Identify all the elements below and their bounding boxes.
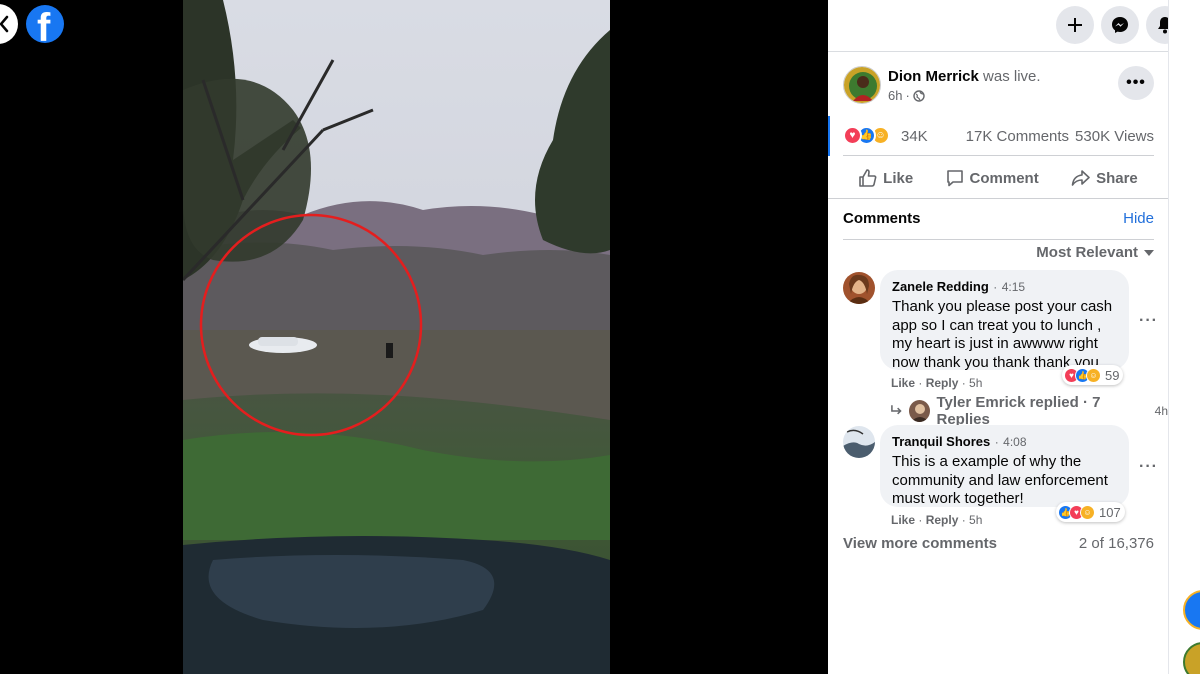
hide-comments-link[interactable]: Hide <box>1123 210 1154 227</box>
avatar[interactable] <box>843 426 875 458</box>
like-button[interactable]: Like <box>851 165 921 191</box>
comment-button[interactable]: Comment <box>938 165 1047 191</box>
care-reaction-icon: ☺ <box>1086 367 1101 383</box>
comment-options-button[interactable]: ··· <box>1139 458 1158 476</box>
facebook-f-icon: f <box>37 6 51 43</box>
focus-indicator <box>828 116 830 156</box>
divider <box>828 51 1168 52</box>
avatar[interactable] <box>843 272 875 304</box>
views-count: 530K Views <box>1075 127 1154 145</box>
video-timestamp-link[interactable]: 4:15 <box>1002 280 1025 294</box>
caret-down-icon <box>1144 249 1154 256</box>
video-timestamp-link[interactable]: 4:08 <box>1003 435 1026 449</box>
comment-icon <box>946 170 963 187</box>
comment-bubble: Tranquil Shores · 4:08 This is a example… <box>880 425 1129 507</box>
viewer: f Dion Merrick was live. 6h · ••• ♥ 👍 ☺ … <box>0 0 1200 674</box>
comment-like-button[interactable]: Like <box>891 376 915 390</box>
comment-reactions[interactable]: ♥ 👍 ☺ 59 <box>1062 365 1124 385</box>
comment-text: This is a example of why the community a… <box>892 453 1108 507</box>
more-horizontal-icon: ··· <box>1139 312 1158 329</box>
reply-arrow-icon <box>891 405 902 415</box>
comment-reaction-count: 59 <box>1105 367 1120 383</box>
back-button[interactable] <box>0 4 18 44</box>
view-replies-link[interactable]: Tyler Emrick replied · 7 Replies 4h <box>890 394 1168 428</box>
reaction-icons[interactable]: ♥ 👍 ☺ <box>843 126 899 146</box>
create-button[interactable] <box>1056 6 1094 44</box>
facebook-logo[interactable]: f <box>26 5 64 43</box>
comment-like-button[interactable]: Like <box>891 513 915 527</box>
share-button[interactable]: Share <box>1063 165 1146 191</box>
love-reaction-icon: ♥ <box>843 126 862 145</box>
comment-reply-button[interactable]: Reply <box>926 513 959 527</box>
comment-options-button[interactable]: ··· <box>1139 312 1158 330</box>
comment-text: Thank you please post your cash app so I… <box>892 298 1113 371</box>
reply-time: 4h <box>1154 404 1168 418</box>
comment-label: Comment <box>969 169 1039 187</box>
comment-reaction-count: 107 <box>1099 504 1121 520</box>
sort-label: Most Relevant <box>1036 244 1138 261</box>
post-actions: Like Comment Share <box>843 160 1154 196</box>
post-stats: ♥ 👍 ☺ 34K 17K Comments 530K Views <box>843 124 1154 148</box>
messenger-button[interactable] <box>1101 6 1139 44</box>
chevron-left-icon <box>0 15 9 33</box>
post-panel: Dion Merrick was live. 6h · ••• ♥ 👍 ☺ 34… <box>828 0 1184 674</box>
reactions-count[interactable]: 34K <box>901 128 928 145</box>
divider <box>828 198 1168 199</box>
comment-reactions[interactable]: 👍 ♥ ☺ 107 <box>1056 502 1125 522</box>
floating-reaction-icon <box>1183 590 1200 630</box>
commenter-name[interactable]: Tranquil Shores <box>892 434 990 449</box>
share-icon <box>1071 170 1090 186</box>
view-more-comments-link[interactable]: View more comments <box>843 535 997 552</box>
comments-count[interactable]: 17K Comments <box>966 128 1069 145</box>
like-label: Like <box>883 169 914 187</box>
video-player[interactable] <box>183 0 610 674</box>
comment-reply-button[interactable]: Reply <box>926 376 959 390</box>
divider <box>843 239 1154 240</box>
comments-progress: 2 of 16,376 <box>1078 535 1154 552</box>
more-horizontal-icon: ··· <box>1139 458 1158 475</box>
avatar <box>909 400 931 422</box>
share-label: Share <box>1096 169 1138 187</box>
post-author: Dion Merrick was live. <box>888 68 1041 85</box>
post-meta: 6h · <box>888 88 925 103</box>
commenter-name[interactable]: Zanele Redding <box>892 279 989 294</box>
comment-actions: Like · Reply · 5h <box>891 376 983 390</box>
post-options-button[interactable]: ••• <box>1118 66 1154 100</box>
thumbs-up-icon <box>859 169 877 187</box>
right-edge-panel <box>1168 0 1200 674</box>
comment-actions: Like · Reply · 5h <box>891 513 983 527</box>
post-action-text: was live. <box>983 68 1041 85</box>
author-name[interactable]: Dion Merrick <box>888 68 979 85</box>
comment-bubble: Zanele Redding · 4:15 Thank you please p… <box>880 270 1129 371</box>
divider <box>843 155 1154 156</box>
video-frame <box>183 0 610 674</box>
reply-summary-text: Tyler Emrick replied · 7 Replies <box>936 394 1101 428</box>
floating-avatar[interactable] <box>1183 642 1200 674</box>
globe-icon <box>913 89 925 102</box>
care-reaction-icon: ☺ <box>1080 504 1095 520</box>
messenger-icon <box>1112 17 1128 33</box>
plus-icon <box>1068 18 1082 32</box>
comment-age[interactable]: 5h <box>969 513 982 527</box>
post-time[interactable]: 6h <box>888 88 902 103</box>
more-horizontal-icon: ••• <box>1126 74 1146 91</box>
comment-age[interactable]: 5h <box>969 376 982 390</box>
comment-sort-dropdown[interactable]: Most Relevant <box>1036 244 1154 261</box>
comments-heading: Comments <box>843 210 921 227</box>
avatar[interactable] <box>843 66 881 104</box>
